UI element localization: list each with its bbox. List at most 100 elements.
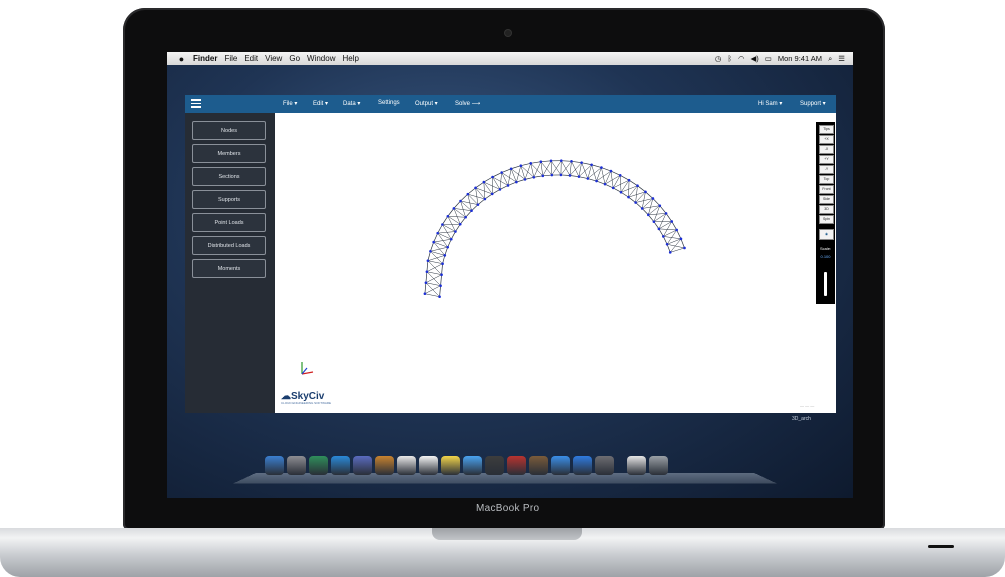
member-chord[interactable] [620, 175, 630, 181]
user-menu[interactable]: Hi Sam ▾ [758, 100, 782, 107]
member-chord[interactable] [477, 198, 486, 205]
node[interactable] [446, 245, 450, 249]
node[interactable] [483, 197, 487, 201]
model-canvas[interactable]: ☁SkyCiv CLOUD ENGINEERING SOFTWARE — — —… [275, 113, 836, 413]
node[interactable] [474, 186, 477, 190]
apple-menu-icon[interactable]: ● [177, 54, 186, 64]
node[interactable] [515, 180, 518, 184]
member-chord[interactable] [641, 208, 649, 216]
node[interactable] [590, 163, 593, 167]
member-diagonal[interactable] [667, 244, 685, 249]
member-diagonal[interactable] [648, 213, 667, 216]
member-chord[interactable] [604, 183, 614, 189]
menu-go[interactable]: Go [289, 54, 300, 63]
node[interactable] [441, 223, 444, 226]
trash-icon[interactable] [649, 456, 668, 475]
node[interactable] [490, 192, 494, 196]
member-chord[interactable] [596, 180, 606, 185]
node[interactable] [647, 213, 650, 217]
member-diagonal[interactable] [560, 161, 572, 176]
view-tips-button[interactable]: Tips [819, 125, 834, 134]
textedit-icon[interactable] [419, 456, 438, 475]
member-diagonal[interactable] [427, 255, 445, 261]
view-minus-x-button[interactable]: -X [819, 145, 834, 154]
distributed-loads-button[interactable]: Distributed Loads [192, 236, 266, 255]
member-diagonal[interactable] [581, 162, 589, 179]
member-chord[interactable] [581, 162, 592, 166]
member-chord[interactable] [501, 168, 512, 173]
member-chord[interactable] [560, 174, 570, 176]
member-diagonal[interactable] [551, 160, 562, 176]
member-diagonal[interactable] [569, 162, 582, 176]
member-chord[interactable] [471, 204, 479, 211]
member-chord[interactable] [659, 205, 667, 214]
iphoto-icon[interactable] [529, 456, 548, 475]
node[interactable] [550, 173, 554, 177]
member-chord[interactable] [425, 271, 428, 283]
node[interactable] [458, 222, 462, 226]
member-diagonal[interactable] [619, 175, 622, 193]
member-chord[interactable] [520, 162, 531, 167]
member-chord[interactable] [460, 193, 469, 202]
notification-center-icon[interactable]: ☰ [838, 54, 845, 63]
node[interactable] [482, 180, 486, 184]
node[interactable] [470, 209, 473, 213]
members-button[interactable]: Members [192, 144, 266, 163]
menu-finder[interactable]: Finder [193, 54, 217, 63]
member-chord[interactable] [542, 174, 552, 177]
member-diagonal[interactable] [533, 161, 542, 178]
member-vertical[interactable] [569, 161, 572, 176]
member-chord[interactable] [447, 208, 455, 217]
node[interactable] [459, 199, 462, 203]
node[interactable] [452, 207, 456, 210]
member-chord[interactable] [492, 189, 501, 195]
member-chord[interactable] [645, 191, 654, 199]
node[interactable] [436, 231, 439, 235]
node[interactable] [498, 188, 502, 191]
node[interactable] [603, 182, 607, 186]
member-diagonal[interactable] [571, 161, 580, 177]
member-vertical[interactable] [550, 160, 553, 176]
scale-slider[interactable] [824, 272, 827, 296]
member-diagonal[interactable] [516, 165, 522, 183]
globe-icon[interactable]: ◉ [819, 229, 834, 240]
node[interactable] [658, 204, 662, 207]
menu-edit[interactable]: Edit [244, 54, 258, 63]
wifi-icon[interactable]: ◠ [738, 54, 745, 63]
bluetooth-icon[interactable]: ᛒ [727, 54, 732, 63]
node[interactable] [464, 215, 467, 219]
finder-icon[interactable] [265, 456, 284, 475]
member-diagonal[interactable] [430, 246, 448, 252]
member-diagonal[interactable] [550, 160, 562, 176]
node[interactable] [586, 177, 590, 180]
member-chord[interactable] [424, 282, 427, 294]
calendar-icon[interactable] [397, 456, 416, 475]
member-chord[interactable] [628, 179, 638, 186]
node[interactable] [439, 284, 442, 287]
system-prefs-icon[interactable] [287, 456, 306, 475]
member-diagonal[interactable] [483, 182, 486, 200]
photobooth-icon[interactable] [507, 456, 526, 475]
member-chord[interactable] [433, 232, 439, 243]
menu-file[interactable]: File [224, 54, 237, 63]
member-chord[interactable] [440, 274, 442, 286]
node[interactable] [651, 197, 655, 200]
node[interactable] [529, 162, 533, 165]
view-plus-y-button[interactable]: +Y [819, 155, 834, 164]
node[interactable] [618, 174, 622, 177]
view-top-button[interactable]: Top [819, 175, 834, 184]
member-chord[interactable] [628, 196, 636, 203]
node[interactable] [609, 169, 613, 173]
node[interactable] [665, 242, 669, 246]
clock[interactable]: Mon 9:41 AM [778, 54, 822, 63]
battery-icon[interactable]: ▭ [765, 54, 772, 63]
member-chord[interactable] [442, 216, 449, 225]
time-machine-icon[interactable]: ◷ [715, 54, 722, 63]
view-3d-button[interactable]: 3D [819, 205, 834, 214]
truss-arch-model[interactable] [275, 113, 836, 413]
member-chord[interactable] [671, 221, 677, 231]
node[interactable] [539, 160, 543, 164]
node[interactable] [636, 184, 639, 188]
node[interactable] [425, 270, 429, 274]
member-diagonal[interactable] [658, 228, 677, 231]
